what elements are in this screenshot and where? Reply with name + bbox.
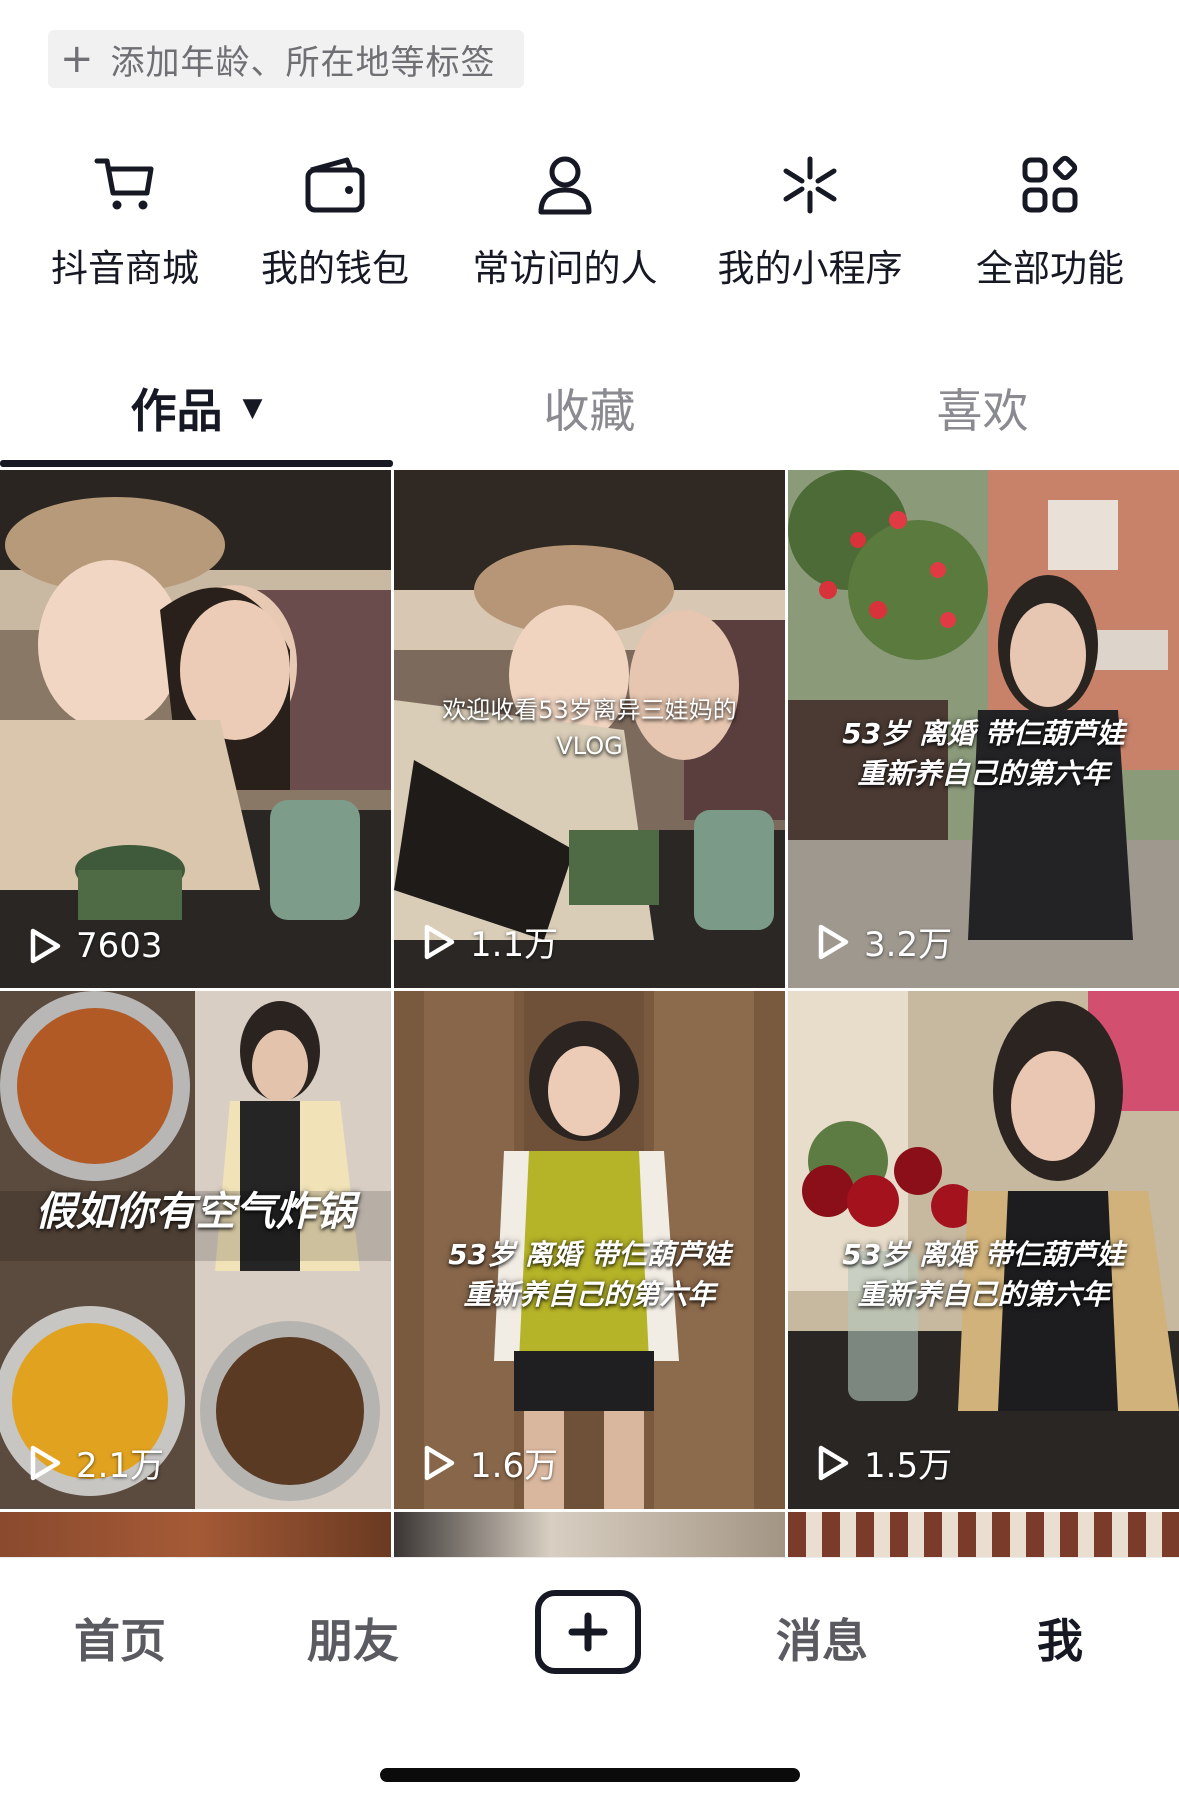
- play-icon: [424, 924, 455, 959]
- active-tab-indicator: [0, 460, 393, 467]
- quick-action-all-functions[interactable]: 全部功能: [940, 150, 1160, 292]
- video-caption: 53岁 离婚 带仨葫芦娃 重新养自己的第六年: [788, 714, 1179, 794]
- video-caption: 53岁 离婚 带仨葫芦娃 重新养自己的第六年: [394, 1235, 785, 1315]
- quick-action-label: 我的钱包: [261, 247, 409, 290]
- video-thumbnail: [0, 991, 391, 1509]
- play-icon: [818, 924, 849, 959]
- tab-label: 收藏: [543, 383, 636, 438]
- video-caption: 欢迎收看53岁离异三娃妈的 VLOG: [394, 692, 785, 764]
- video-caption-line: 53岁 离婚 带仨葫芦娃: [842, 1238, 1125, 1271]
- quick-actions-row: 抖音商城 我的钱包 常访问的人 我的小程序 全部功能: [0, 150, 1179, 290]
- play-count: 1.5万: [816, 1438, 952, 1487]
- video-caption-line: VLOG: [556, 732, 623, 760]
- quick-action-wallet[interactable]: 我的钱包: [225, 150, 445, 292]
- video-tile[interactable]: 53岁 离婚 带仨葫芦娃 重新养自己的第六年 3.2万: [788, 470, 1179, 988]
- video-thumbnail: [394, 1512, 785, 1560]
- video-tile-partial[interactable]: [0, 1512, 391, 1560]
- all-functions-icon: [940, 150, 1160, 220]
- person-icon: [455, 150, 675, 220]
- video-tile[interactable]: 53岁 离婚 带仨葫芦娃 重新养自己的第六年 1.5万: [788, 991, 1179, 1509]
- play-count-value: 2.1万: [76, 1446, 165, 1486]
- nav-me[interactable]: 我: [990, 1598, 1130, 1678]
- play-count-value: 1.5万: [864, 1446, 953, 1486]
- nav-label: 消息: [776, 1614, 868, 1668]
- bottom-navigation: 首页 朋友 消息 我: [0, 1557, 1179, 1808]
- create-post-button[interactable]: [535, 1590, 641, 1674]
- video-caption-line: 重新养自己的第六年: [857, 1278, 1110, 1311]
- tab-label: 喜欢: [936, 383, 1029, 438]
- video-tile[interactable]: 欢迎收看53岁离异三娃妈的 VLOG 1.1万: [394, 470, 785, 988]
- video-tile[interactable]: 假如你有空气炸锅 2.1万: [0, 991, 391, 1509]
- play-count-value: 7603: [76, 926, 163, 966]
- video-grid: 7603 欢迎收看53岁离异三娃妈的 VLOG 1.1万 53岁 离婚 带仨葫芦…: [0, 470, 1179, 1560]
- nav-friends[interactable]: 朋友: [283, 1598, 423, 1678]
- quick-action-frequent-visitors[interactable]: 常访问的人: [455, 150, 675, 292]
- play-count-value: 1.1万: [470, 925, 559, 965]
- nav-label: 首页: [74, 1614, 166, 1668]
- play-icon: [818, 1445, 849, 1480]
- video-caption: 假如你有空气炸锅: [0, 1187, 391, 1237]
- home-indicator: [380, 1768, 800, 1782]
- nav-messages[interactable]: 消息: [752, 1598, 892, 1678]
- mini-program-icon: [700, 150, 920, 220]
- quick-action-mini-programs[interactable]: 我的小程序: [700, 150, 920, 292]
- play-count: 3.2万: [816, 917, 952, 966]
- quick-action-mall[interactable]: 抖音商城: [15, 150, 235, 292]
- play-icon: [30, 928, 61, 964]
- quick-action-label: 全部功能: [976, 247, 1124, 290]
- video-thumbnail: [788, 1512, 1179, 1560]
- caret-down-icon: ▼: [242, 392, 263, 423]
- wallet-icon: [225, 150, 445, 220]
- nav-label: 我: [1037, 1614, 1083, 1668]
- video-caption-line: 重新养自己的第六年: [463, 1278, 716, 1311]
- tab-likes[interactable]: 喜欢: [786, 365, 1179, 450]
- video-caption-line: 53岁 离婚 带仨葫芦娃: [448, 1238, 731, 1271]
- nav-label: 朋友: [307, 1614, 399, 1668]
- video-tile[interactable]: 53岁 离婚 带仨葫芦娃 重新养自己的第六年 1.6万: [394, 991, 785, 1509]
- video-caption: 53岁 离婚 带仨葫芦娃 重新养自己的第六年: [788, 1235, 1179, 1315]
- play-count-value: 3.2万: [864, 925, 953, 965]
- tab-works[interactable]: 作品 ▼: [0, 365, 393, 450]
- quick-action-label: 抖音商城: [51, 247, 199, 290]
- play-icon: [30, 1445, 61, 1480]
- plus-icon: [568, 1612, 608, 1652]
- tab-label: 作品: [130, 383, 223, 438]
- plus-icon: +: [60, 36, 95, 82]
- play-count: 1.6万: [422, 1438, 558, 1487]
- video-caption-line: 假如你有空气炸锅: [35, 1189, 356, 1235]
- play-count: 7603: [28, 926, 163, 966]
- content-tabs: 作品 ▼ 收藏 喜欢: [0, 365, 1179, 465]
- video-tile-partial[interactable]: [394, 1512, 785, 1560]
- video-tile-partial[interactable]: [788, 1512, 1179, 1560]
- nav-home[interactable]: 首页: [50, 1598, 190, 1678]
- video-tile[interactable]: 7603: [0, 470, 391, 988]
- play-count: 2.1万: [28, 1438, 164, 1487]
- add-tags-button[interactable]: + 添加年龄、所在地等标签: [48, 30, 524, 88]
- video-caption-line: 欢迎收看53岁离异三娃妈的: [442, 696, 737, 724]
- add-tags-label: 添加年龄、所在地等标签: [110, 42, 496, 83]
- quick-action-label: 常访问的人: [472, 247, 658, 290]
- quick-action-label: 我的小程序: [717, 247, 903, 290]
- tab-favorites[interactable]: 收藏: [393, 365, 786, 450]
- video-caption-line: 重新养自己的第六年: [857, 757, 1110, 790]
- cart-icon: [15, 150, 235, 220]
- play-count: 1.1万: [422, 917, 558, 966]
- video-thumbnail: [0, 1512, 391, 1560]
- video-thumbnail: [0, 470, 391, 988]
- play-count-value: 1.6万: [470, 1446, 559, 1486]
- video-caption-line: 53岁 离婚 带仨葫芦娃: [842, 717, 1125, 750]
- play-icon: [424, 1445, 455, 1480]
